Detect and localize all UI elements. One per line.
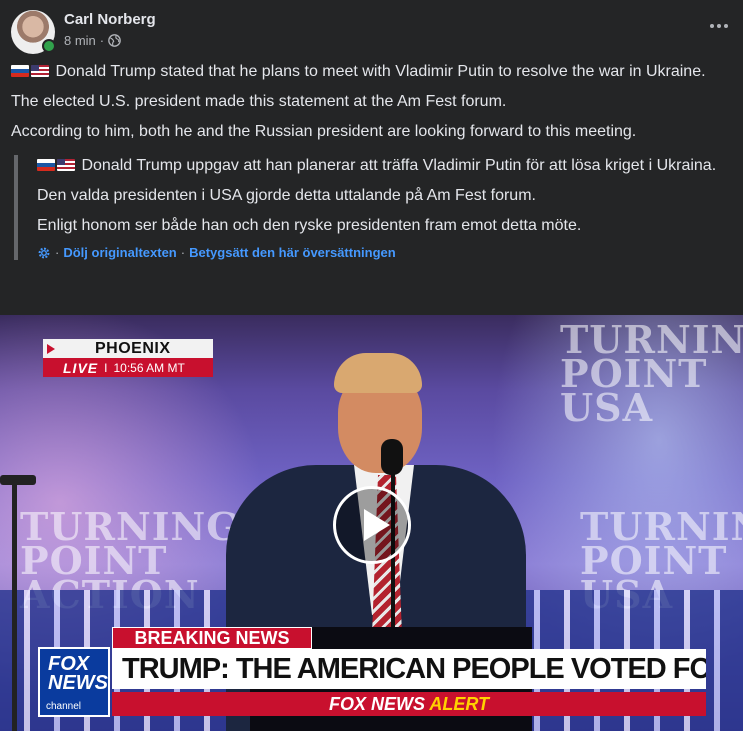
stage-sign-right-top: TURNING POINT USA bbox=[560, 317, 743, 430]
fox-news-logo: FOX NEWS channel bbox=[38, 647, 110, 717]
usa-flag-icon bbox=[57, 159, 75, 171]
fox-logo-subtext: channel bbox=[46, 701, 82, 712]
post-paragraph: According to him, both he and the Russia… bbox=[11, 123, 637, 140]
play-icon bbox=[364, 509, 390, 541]
translation-paragraph: Den valda presidenten i USA gjorde detta… bbox=[37, 187, 536, 204]
news-alert-bar: FOX NEWS ALERT bbox=[112, 692, 706, 716]
left-microphone-stand bbox=[0, 475, 40, 731]
translation-paragraph-text: Donald Trump uppgav att han planerar att… bbox=[81, 157, 717, 174]
alert-prefix: FOX NEWS bbox=[328, 694, 425, 714]
broadcast-time: 10:56 AM MT bbox=[113, 360, 185, 375]
location-city: PHOENIX bbox=[95, 340, 171, 357]
alert-word: ALERT bbox=[429, 694, 490, 714]
video-player[interactable]: TURNING POINT ACTION TURNING POINT USA T… bbox=[0, 315, 743, 731]
news-headline: TRUMP: THE AMERICAN PEOPLE VOTED FOR CHA… bbox=[112, 649, 706, 689]
gear-icon[interactable] bbox=[37, 246, 51, 260]
more-horizontal-icon bbox=[710, 24, 714, 28]
post-header: Carl Norberg 8 min · bbox=[11, 8, 733, 54]
fox-logo-text: FOX NEWS bbox=[48, 653, 108, 694]
post-body: Donald Trump stated that he plans to mee… bbox=[11, 60, 733, 150]
play-arrow-icon bbox=[47, 344, 55, 354]
location-bug: PHOENIX LIVE I 10:56 AM MT bbox=[43, 339, 213, 377]
translation-block: Donald Trump uppgav att han planerar att… bbox=[14, 155, 724, 260]
meta-separator: · bbox=[99, 33, 105, 48]
post-paragraph: Donald Trump stated that he plans to mee… bbox=[11, 60, 733, 83]
post-paragraph: The elected U.S. president made this sta… bbox=[11, 93, 507, 110]
post-meta: 8 min · bbox=[64, 33, 121, 48]
translation-links: · Dölj originaltexten · Betygsätt den hä… bbox=[37, 245, 724, 260]
link-separator: · bbox=[180, 245, 186, 260]
hide-original-link[interactable]: Dölj originaltexten bbox=[63, 245, 176, 260]
russia-flag-icon bbox=[11, 65, 29, 77]
breaking-news-label: BREAKING NEWS bbox=[112, 627, 312, 649]
globe-icon[interactable] bbox=[108, 34, 121, 47]
translation-paragraph: Enligt honom ser både han och den ryske … bbox=[37, 217, 582, 234]
post-paragraph-text: Donald Trump stated that he plans to mee… bbox=[55, 63, 706, 80]
play-button[interactable] bbox=[333, 486, 411, 564]
post-time[interactable]: 8 min bbox=[64, 33, 96, 48]
rate-translation-link[interactable]: Betygsätt den här översättningen bbox=[189, 245, 396, 260]
usa-flag-icon bbox=[31, 65, 49, 77]
online-status-dot bbox=[42, 39, 56, 53]
live-label: LIVE bbox=[63, 359, 99, 376]
more-options-button[interactable] bbox=[705, 16, 733, 36]
link-separator: · bbox=[55, 245, 60, 260]
russia-flag-icon bbox=[37, 159, 55, 171]
author-name[interactable]: Carl Norberg bbox=[64, 11, 156, 28]
translation-paragraph: Donald Trump uppgav att han planerar att… bbox=[37, 155, 724, 177]
live-separator: I bbox=[104, 360, 108, 375]
